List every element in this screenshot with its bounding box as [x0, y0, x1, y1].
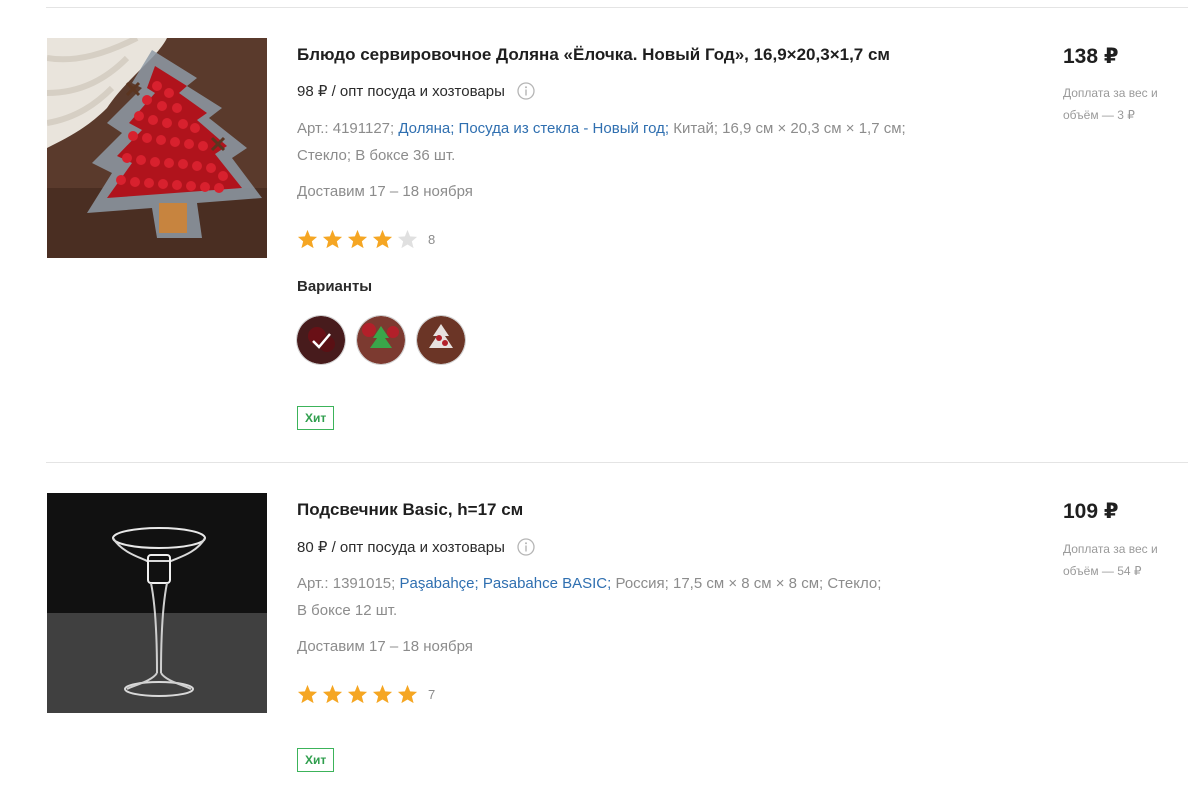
product-image-candle-holder[interactable] [47, 493, 267, 713]
variants-list [297, 316, 477, 364]
collection-link[interactable]: Pasabahce BASIC; [483, 575, 611, 592]
product-attributes: Арт.: 4191127; Доляна; Посуда из стекла … [297, 115, 997, 169]
product-divider [46, 462, 1188, 463]
brand-link[interactable]: Paşabahçe; [399, 575, 478, 592]
variant-swatch-white-tree[interactable] [417, 316, 465, 364]
hit-badge: Хит [297, 748, 335, 772]
star-filled-icon [322, 229, 343, 249]
star-filled-icon [297, 229, 318, 249]
delivery-date: Доставим 17 – 18 ноября [297, 183, 473, 200]
variant-swatch-selected[interactable] [297, 316, 345, 364]
top-divider [46, 7, 1188, 8]
delivery-date: Доставим 17 – 18 ноября [297, 638, 473, 655]
product-image-tree-dish[interactable] [47, 38, 267, 258]
star-filled-icon [372, 684, 393, 704]
star-empty-icon [397, 229, 418, 249]
product-price: 109 ₽ [1063, 500, 1119, 523]
product-details: Россия; 17,5 см × 8 см × 8 см; Стекло; [615, 575, 882, 592]
star-filled-icon [297, 684, 318, 704]
info-icon[interactable] [517, 82, 535, 100]
product-title[interactable]: Подсвечник Basic, h=17 см [297, 500, 523, 520]
wholesale-price-text: 98 ₽ / опт посуда и хозтовары [297, 83, 505, 100]
reviews-count[interactable]: 7 [428, 687, 435, 702]
reviews-count[interactable]: 8 [428, 232, 435, 247]
variants-heading: Варианты [297, 278, 373, 295]
collection-link[interactable]: Посуда из стекла - Новый год; [459, 120, 670, 137]
star-filled-icon [397, 684, 418, 704]
star-filled-icon [347, 229, 368, 249]
rating[interactable]: 7 [297, 684, 435, 704]
product-title[interactable]: Блюдо сервировочное Доляна «Ёлочка. Новы… [297, 45, 890, 65]
variant-swatch-green-tree[interactable] [357, 316, 405, 364]
product-details: Китай; 16,9 см × 20,3 см × 1,7 см; [673, 120, 906, 137]
wholesale-price-text: 80 ₽ / опт посуда и хозтовары [297, 539, 505, 556]
weight-surcharge: Доплата за вес и объём — 54 ₽ [1063, 542, 1158, 578]
weight-surcharge: Доплата за вес и объём — 3 ₽ [1063, 86, 1158, 122]
wholesale-price: 80 ₽ / опт посуда и хозтовары [297, 538, 535, 556]
rating[interactable]: 8 [297, 229, 435, 249]
wholesale-price: 98 ₽ / опт посуда и хозтовары [297, 82, 535, 100]
brand-link[interactable]: Доляна; [398, 120, 454, 137]
star-filled-icon [347, 684, 368, 704]
star-filled-icon [372, 229, 393, 249]
product-price: 138 ₽ [1063, 45, 1119, 68]
product-attributes: Арт.: 1391015; Paşabahçe; Pasabahce BASI… [297, 570, 997, 624]
article-number: Арт.: 1391015; [297, 575, 396, 592]
hit-badge: Хит [297, 406, 335, 430]
product-details-cont: Стекло; В боксе 36 шт. [297, 147, 456, 164]
info-icon[interactable] [517, 538, 535, 556]
article-number: Арт.: 4191127; [297, 120, 395, 137]
star-filled-icon [322, 684, 343, 704]
product-details-cont: В боксе 12 шт. [297, 602, 398, 619]
